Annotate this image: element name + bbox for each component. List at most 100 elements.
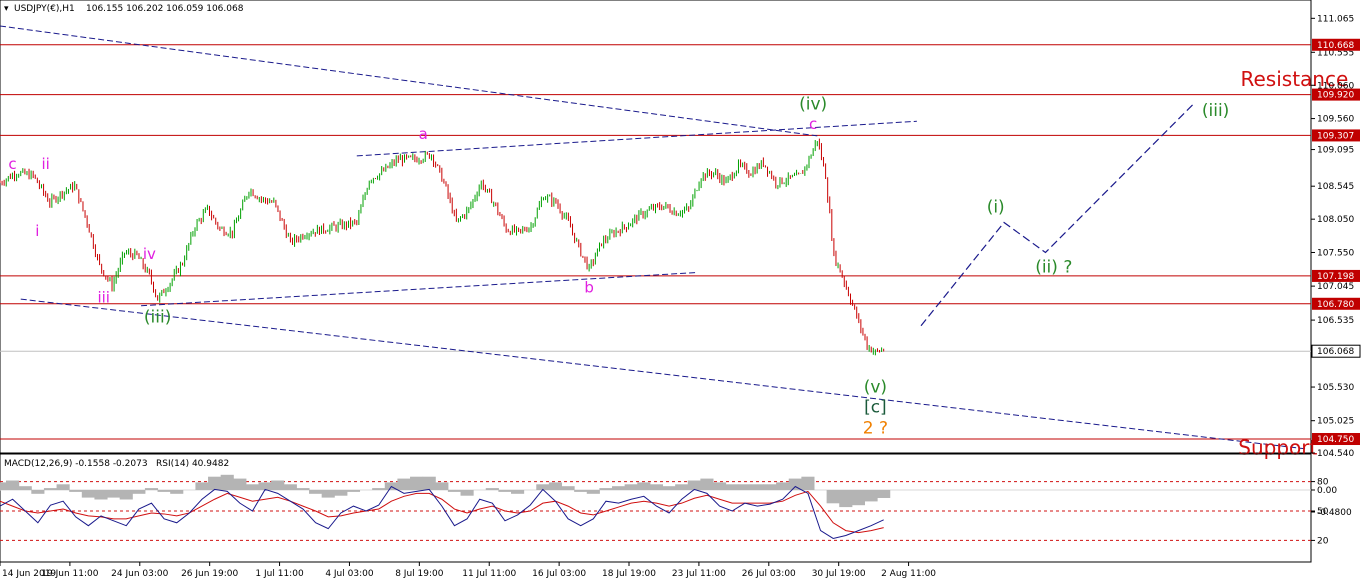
macd-histogram-bar: [372, 488, 386, 490]
macd-histogram-bar: [119, 490, 133, 500]
macd-histogram-bar: [498, 490, 512, 492]
macd-histogram-bar: [81, 490, 95, 498]
macd-histogram-bar: [485, 488, 499, 490]
macd-histogram-bar: [763, 484, 777, 490]
macd-histogram-bar: [31, 490, 45, 494]
price-tick-label: 108.050: [1317, 215, 1354, 225]
wave-label: a: [419, 125, 428, 143]
macd-histogram-bar: [69, 490, 83, 492]
wave-label: iii: [97, 288, 110, 306]
macd-histogram-bar: [586, 490, 600, 494]
time-tick-label: 11 Jul 11:00: [462, 569, 516, 579]
macd-histogram-bar: [144, 488, 159, 490]
chart-root: c iiiiviii(iii)ab(iv)c(v)[c]2 ?(i)(ii) ?(…: [0, 0, 1361, 583]
wave-label: (iii): [144, 307, 171, 327]
price-tick-label: 108.545: [1317, 182, 1354, 192]
macd-histogram-bar: [801, 476, 815, 490]
macd-histogram-bar: [170, 490, 184, 494]
price-tick-label: 106.535: [1317, 316, 1354, 326]
price-level-tag-label: 109.307: [1317, 131, 1354, 141]
macd-histogram-bar: [788, 478, 802, 490]
macd-histogram-bar: [612, 486, 626, 490]
macd-histogram-bar: [637, 482, 651, 490]
macd-histogram-bar: [283, 484, 297, 490]
macd-histogram-bar: [435, 482, 449, 490]
wave-label: [c]: [864, 397, 887, 417]
price-tick-label: 105.530: [1317, 383, 1354, 393]
price-tick-label: 107.045: [1317, 282, 1354, 292]
macd-histogram-bar: [725, 484, 739, 490]
symbol-label: USDJPY(€),H1: [14, 4, 75, 14]
macd-histogram-bar: [511, 490, 525, 494]
indicator-tick-label: -0.4800: [1317, 508, 1352, 518]
wave-label: 2 ?: [863, 419, 888, 439]
ohlc-readout: 106.155 106.202 106.059 106.068: [86, 4, 244, 14]
background: [0, 0, 1361, 583]
current-price-tag-label: 106.068: [1317, 347, 1354, 357]
wave-label: iv: [143, 245, 156, 263]
macd-histogram-bar: [346, 490, 361, 492]
macd-histogram-bar: [43, 488, 58, 490]
time-tick-label: 23 Jul 11:00: [672, 569, 726, 579]
price-tick-label: 104.540: [1317, 449, 1354, 459]
price-tick-label: 109.560: [1317, 115, 1354, 125]
macd-histogram-bar: [422, 476, 436, 490]
price-level-tag-label: 107.198: [1317, 272, 1354, 282]
wave-label: ii: [41, 155, 49, 173]
time-tick-label: 8 Jul 19:00: [395, 569, 444, 579]
wave-label: (ii) ?: [1035, 257, 1072, 277]
time-tick-label: 4 Jul 03:00: [325, 569, 374, 579]
price-level-tag-label: 104.750: [1317, 435, 1354, 445]
macd-label: MACD(12,26,9) -0.1558 -0.2073: [4, 459, 148, 469]
macd-histogram-bar: [548, 482, 563, 490]
price-level-tag-label: 109.920: [1317, 91, 1354, 101]
macd-histogram-bar: [750, 484, 765, 490]
macd-histogram-bar: [700, 478, 714, 490]
price-tick-label: 107.550: [1317, 248, 1354, 258]
macd-histogram-bar: [271, 480, 285, 490]
wave-label: (v): [864, 377, 887, 397]
time-tick-label: 26 Jul 03:00: [742, 569, 796, 579]
wave-label: c: [809, 115, 817, 133]
wave-label: (iv): [799, 94, 827, 114]
macd-histogram-bar: [851, 490, 865, 506]
macd-histogram-bar: [107, 490, 121, 498]
macd-histogram-bar: [94, 490, 108, 500]
wave-label: (iii): [1202, 101, 1229, 121]
sr-label: Support: [1238, 435, 1317, 459]
macd-histogram-bar: [826, 490, 840, 504]
time-tick-label: 16 Jul 03:00: [532, 569, 586, 579]
macd-histogram-bar: [397, 478, 411, 490]
macd-histogram-bar: [624, 484, 638, 490]
macd-histogram-bar: [649, 484, 664, 490]
dropdown-triangle-icon[interactable]: ▾: [4, 4, 9, 14]
price-level-tag-label: 106.780: [1317, 300, 1354, 310]
price-level-tag-label: 110.668: [1317, 41, 1354, 51]
time-tick-label: 30 Jul 19:00: [812, 569, 866, 579]
macd-histogram-bar: [258, 482, 272, 490]
macd-histogram-bar: [309, 490, 323, 494]
time-tick-label: 26 Jun 19:00: [181, 569, 238, 579]
macd-histogram-bar: [321, 490, 335, 498]
macd-histogram-bar: [0, 482, 7, 490]
macd-histogram-bar: [460, 490, 474, 496]
macd-histogram-bar: [561, 486, 575, 490]
macd-histogram-bar: [220, 474, 234, 490]
macd-histogram-bar: [296, 488, 310, 490]
price-tick-label: 111.065: [1317, 14, 1354, 24]
price-tick-label: 105.025: [1317, 417, 1354, 427]
macd-histogram-bar: [574, 490, 588, 492]
macd-histogram-bar: [839, 490, 853, 508]
macd-histogram-bar: [713, 482, 727, 490]
macd-histogram-bar: [157, 490, 171, 492]
time-tick-label: 19 Jun 11:00: [41, 569, 98, 579]
macd-histogram-bar: [6, 480, 20, 490]
time-tick-label: 1 Jul 11:00: [255, 569, 304, 579]
macd-histogram-bar: [410, 476, 424, 490]
macd-histogram-bar: [864, 490, 878, 502]
macd-histogram-bar: [738, 484, 752, 490]
macd-histogram-bar: [599, 488, 613, 490]
indicator-tick-label: 20: [1317, 536, 1329, 546]
wave-label: b: [584, 278, 594, 296]
indicator-tick-label: 0.00: [1317, 486, 1337, 496]
